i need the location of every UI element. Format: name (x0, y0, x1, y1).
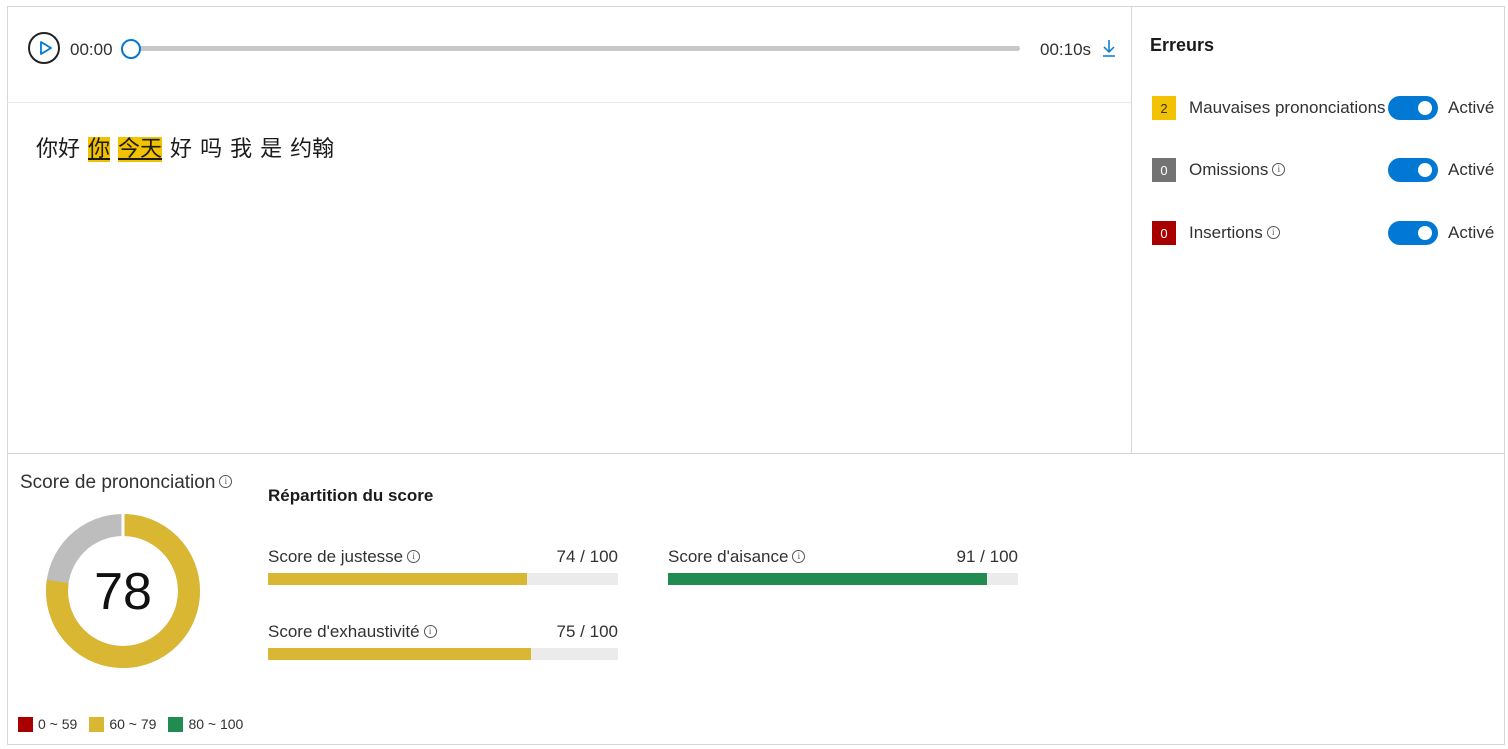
player-divider (7, 102, 1131, 103)
metric-bar (668, 573, 1018, 585)
current-time: 00:00 (70, 40, 113, 59)
score-metric: Score d'aisance i 91 / 100 (668, 547, 1018, 587)
info-icon[interactable]: i (423, 625, 437, 638)
metric-value: 74 / 100 (556, 547, 618, 566)
vertical-divider (1131, 6, 1132, 454)
transcript-word-error[interactable]: 今天 (118, 137, 163, 162)
error-label: Omissions i (1189, 160, 1286, 180)
legend-swatch (168, 716, 184, 732)
info-icon[interactable]: i (407, 550, 421, 563)
metric-bar (268, 573, 618, 585)
play-button[interactable] (28, 32, 60, 64)
info-icon[interactable]: i (1272, 163, 1286, 176)
info-icon[interactable]: i (792, 550, 806, 563)
download-icon (1103, 40, 1115, 57)
toggle-label: Activé (1448, 160, 1495, 179)
transcript-word-error[interactable]: 你 (88, 137, 111, 162)
legend-label: 60 ~ 79 (109, 716, 157, 732)
legend-label: 80 ~ 100 (188, 716, 244, 732)
score-metric: Score de justesse i 74 / 100 (268, 547, 618, 587)
transcript-word[interactable]: 约翰 (290, 137, 334, 162)
transcript-word[interactable]: 吗 (200, 137, 222, 162)
error-row: 2 Mauvaises prononciations Activé (1152, 96, 1502, 122)
metric-label-text: Score d'exhaustivité (268, 622, 420, 641)
error-row: 0 Insertions i Activé (1152, 221, 1502, 247)
play-icon (39, 41, 52, 55)
transcript: 你好你今天好吗我是约翰 (36, 131, 342, 163)
progress-track[interactable] (128, 46, 1020, 51)
metric-label: Score d'aisance i (668, 547, 806, 567)
error-label: Insertions i (1189, 223, 1280, 243)
metric-bar-fill (268, 648, 531, 660)
metric-value: 75 / 100 (556, 622, 618, 641)
toggle-label: Activé (1448, 223, 1495, 242)
error-toggle[interactable] (1388, 96, 1438, 120)
metric-label: Score de justesse i (268, 547, 421, 567)
error-label-text: Omissions (1189, 160, 1269, 179)
metric-label-text: Score d'aisance (668, 547, 789, 566)
download-button[interactable] (1101, 38, 1117, 63)
legend-item: 80 ~ 100 (168, 716, 243, 732)
error-toggle[interactable] (1388, 221, 1438, 245)
score-value: 78 (94, 563, 152, 621)
toggle-knob (1418, 226, 1432, 240)
legend-label: 0 ~ 59 (38, 716, 78, 732)
toggle-knob (1418, 163, 1432, 177)
info-icon[interactable]: i (219, 475, 233, 488)
score-donut: 78 (46, 514, 200, 668)
error-row: 0 Omissions i Activé (1152, 158, 1502, 184)
progress-thumb[interactable] (121, 39, 141, 59)
total-time: 00:10s (1040, 40, 1092, 59)
error-label: Mauvaises prononciations (1189, 98, 1386, 118)
metric-bar-fill (268, 573, 527, 585)
error-toggle[interactable] (1388, 158, 1438, 182)
error-label-text: Mauvaises prononciations (1189, 98, 1386, 117)
metric-value: 91 / 100 (956, 547, 1018, 566)
metric-label-text: Score de justesse (268, 547, 404, 566)
pronunciation-score-title: Score de prononciation i (20, 472, 233, 494)
transcript-word[interactable]: 好 (170, 137, 192, 162)
score-metric: Score d'exhaustivité i 75 / 100 (268, 622, 618, 662)
info-icon[interactable]: i (1266, 226, 1280, 239)
error-count-badge: 0 (1152, 221, 1176, 245)
error-count-badge: 2 (1152, 96, 1176, 120)
toggle-knob (1418, 101, 1432, 115)
legend-item: 0 ~ 59 (18, 716, 77, 732)
horizontal-divider (7, 453, 1505, 454)
transcript-word[interactable]: 我 (230, 137, 252, 162)
score-legend: 0 ~ 59 60 ~ 79 80 ~ 100 (18, 716, 243, 732)
errors-title: Erreurs (1150, 35, 1215, 55)
error-label-text: Insertions (1189, 223, 1263, 242)
transcript-word[interactable]: 是 (260, 137, 282, 162)
breakdown-title: Répartition du score (268, 486, 434, 505)
metric-bar (268, 648, 618, 660)
metric-bar-fill (668, 573, 987, 585)
transcript-word[interactable]: 你好 (36, 137, 80, 162)
metric-label: Score d'exhaustivité i (268, 622, 437, 642)
legend-item: 60 ~ 79 (89, 716, 156, 732)
legend-swatch (18, 716, 33, 732)
error-count-badge: 0 (1152, 158, 1176, 182)
toggle-label: Activé (1448, 98, 1495, 117)
legend-swatch (89, 716, 105, 732)
pronunciation-score-label: Score de prononciation (20, 472, 216, 493)
